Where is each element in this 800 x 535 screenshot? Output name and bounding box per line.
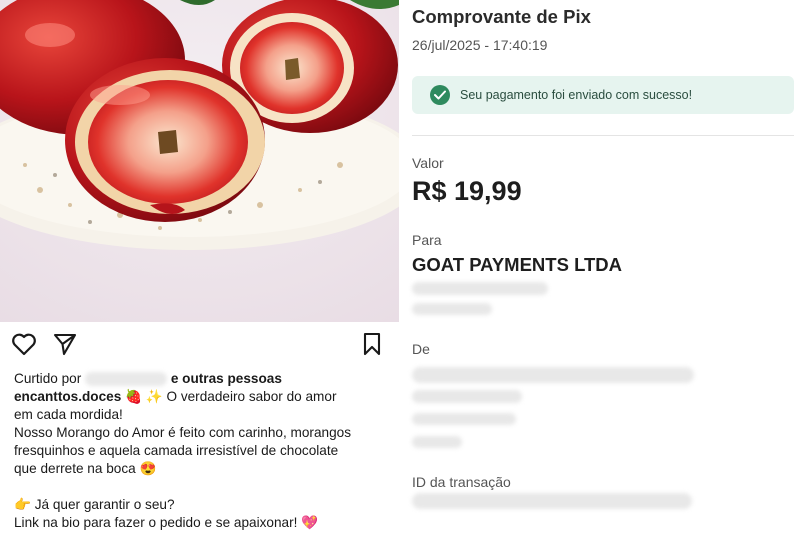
heart-icon[interactable] [10,330,38,358]
caption-line-5: que derrete na boca 😍 [14,461,157,476]
redacted-payer-detail-1 [412,390,522,403]
bookmark-icon[interactable] [358,330,386,358]
receipt-datetime: 26/jul/2025 - 17:40:19 [412,37,548,53]
receipt-title: Comprovante de Pix [412,6,591,27]
success-message: Seu pagamento foi enviado com sucesso! [460,88,693,102]
payment-amount: R$ 19,99 [412,176,522,206]
pix-receipt: Comprovante de Pix 26/jul/2025 - 17:40:1… [401,0,800,535]
liked-by-text: Curtido por [14,371,82,386]
post-caption: Curtido por e outras pessoas encanttos.d… [14,370,389,532]
caption-line-1: encanttos.doces 🍓 ✨ O verdadeiro sabor d… [14,388,389,406]
check-circle-icon [430,85,450,105]
post-action-bar [0,330,399,362]
caption-line-2: em cada mordida! [14,407,123,422]
post-username[interactable]: encanttos.doces [14,389,121,404]
caption-text-1: 🍓 ✨ O verdadeiro sabor do amor [121,389,337,404]
post-photo[interactable] [0,0,399,322]
likes-line: Curtido por e outras pessoas [14,370,389,388]
to-label: Para [412,232,442,248]
strawberry-photo [0,0,399,322]
transaction-id-label: ID da transação [412,474,511,490]
value-label: Valor [412,155,444,171]
redacted-payee-detail-2 [412,303,492,315]
send-icon[interactable] [51,330,79,358]
redacted-payee-detail-1 [412,282,548,295]
success-banner: Seu pagamento foi enviado com sucesso! [412,76,794,114]
payee-name: GOAT PAYMENTS LTDA [412,254,623,275]
section-divider [412,135,794,136]
caption-line-4: fresquinhos e aquela camada irresistível… [14,443,339,458]
redacted-payer-detail-3 [412,436,462,448]
caption-line-7: Link na bio para fazer o pedido e se apa… [14,515,319,530]
caption-line-6: 👉 Já quer garantir o seu? [14,497,175,512]
others-link[interactable]: e outras pessoas [171,371,282,386]
redacted-username [85,372,168,387]
redacted-transaction-id [412,493,692,509]
redacted-payer-name [412,367,694,383]
instagram-post: Curtido por e outras pessoas encanttos.d… [0,0,399,535]
caption-line-3: Nosso Morango do Amor é feito com carinh… [14,425,351,440]
redacted-payer-detail-2 [412,413,516,425]
from-label: De [412,341,430,357]
